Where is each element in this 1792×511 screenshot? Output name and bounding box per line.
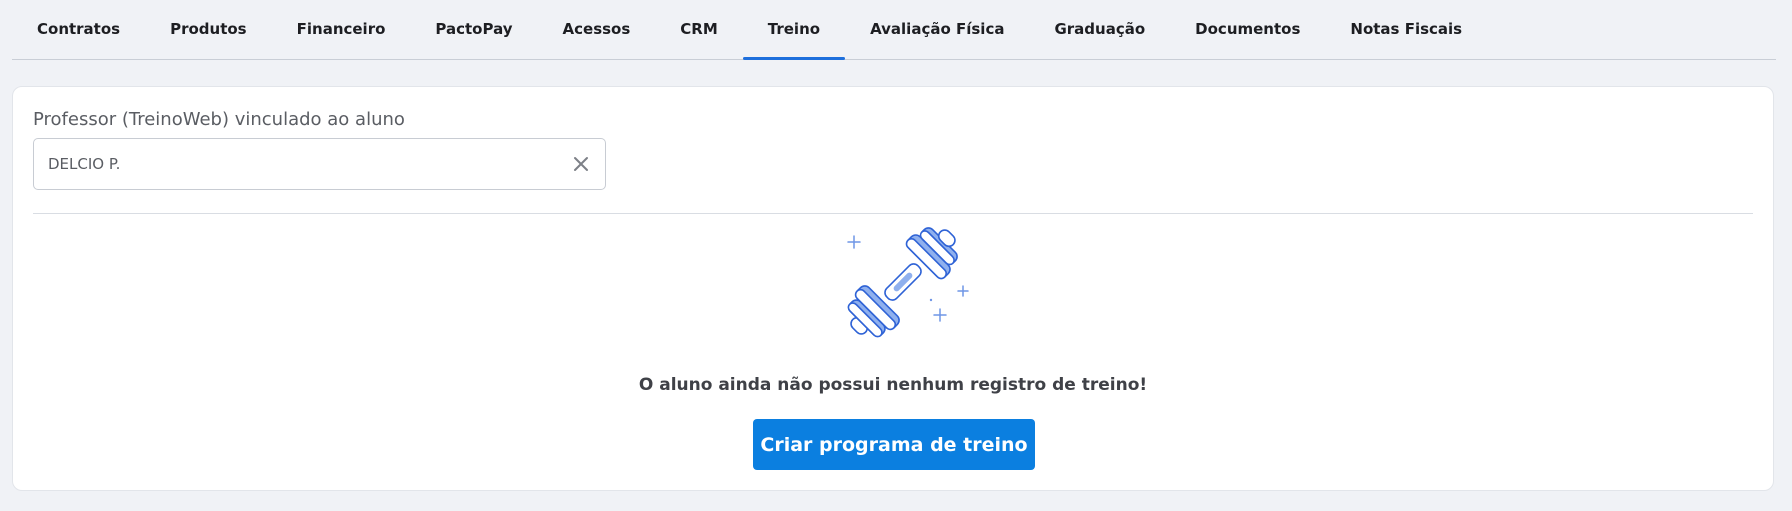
tab-produtos[interactable]: Produtos bbox=[145, 0, 272, 59]
tab-documentos[interactable]: Documentos bbox=[1170, 0, 1325, 59]
tab-label: Financeiro bbox=[296, 20, 386, 38]
tab-notas-fiscais[interactable]: Notas Fiscais bbox=[1325, 0, 1487, 59]
tab-label: Documentos bbox=[1195, 20, 1301, 38]
professor-select[interactable]: DELCIO P. bbox=[33, 138, 606, 190]
tab-label: Produtos bbox=[170, 20, 247, 38]
tab-label: CRM bbox=[680, 20, 718, 38]
tab-bar: Contratos Produtos Financeiro PactoPay A… bbox=[12, 0, 1776, 60]
professor-select-value: DELCIO P. bbox=[48, 155, 121, 173]
section-divider bbox=[33, 213, 1753, 214]
tab-pactopay[interactable]: PactoPay bbox=[410, 0, 537, 59]
tab-label: Acessos bbox=[562, 20, 631, 38]
treino-card: Professor (TreinoWeb) vinculado ao aluno… bbox=[12, 86, 1774, 491]
tab-acessos[interactable]: Acessos bbox=[538, 0, 656, 59]
tab-label: Avaliação Física bbox=[870, 20, 1005, 38]
tab-financeiro[interactable]: Financeiro bbox=[272, 0, 411, 59]
empty-state-message: O aluno ainda não possui nenhum registro… bbox=[638, 375, 1148, 395]
tab-crm[interactable]: CRM bbox=[655, 0, 743, 59]
dumbbell-icon bbox=[828, 222, 978, 342]
tab-label: Treino bbox=[767, 20, 821, 38]
create-training-program-button[interactable]: Criar programa de treino bbox=[753, 419, 1035, 470]
tab-label: Notas Fiscais bbox=[1350, 20, 1463, 38]
tab-avaliacao-fisica[interactable]: Avaliação Física bbox=[845, 0, 1029, 59]
tab-label: Contratos bbox=[37, 20, 121, 38]
tab-label: Graduação bbox=[1054, 20, 1146, 38]
tab-treino[interactable]: Treino bbox=[742, 0, 846, 60]
close-icon[interactable] bbox=[571, 154, 591, 174]
professor-field-label: Professor (TreinoWeb) vinculado ao aluno bbox=[33, 109, 405, 130]
tab-label: PactoPay bbox=[435, 20, 513, 38]
tab-contratos[interactable]: Contratos bbox=[12, 0, 145, 59]
tab-graduacao[interactable]: Graduação bbox=[1029, 0, 1170, 59]
